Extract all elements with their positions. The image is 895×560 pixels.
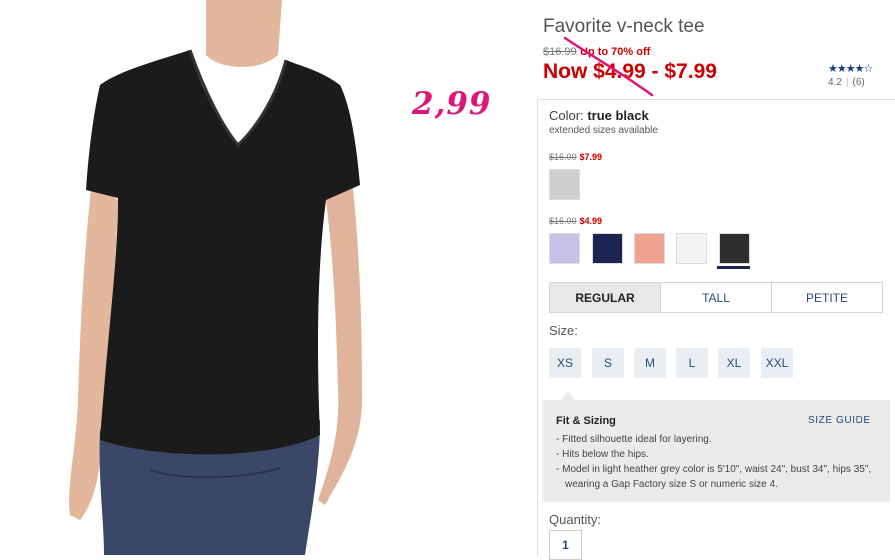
swatch-price-group: $16.00 $7.99 <box>549 152 602 162</box>
fit-sizing-title: Fit & Sizing <box>556 415 616 427</box>
swatch-lavender[interactable] <box>549 233 580 264</box>
size-button-xxl[interactable]: XXL <box>761 348 793 378</box>
rating-stars: ★★★★☆ <box>828 63 873 75</box>
quantity-label: Quantity: <box>549 512 602 527</box>
swatch-old-price: $16.00 <box>549 216 577 226</box>
fit-tabs: REGULAR TALL PETITE <box>549 282 883 313</box>
product-rating[interactable]: ★★★★☆ 4.2 | (6) <box>828 62 888 88</box>
size-label: Size: <box>549 323 578 338</box>
product-title: Favorite v-neck tee <box>543 16 705 37</box>
color-label: Color: true black <box>549 108 649 123</box>
fit-bullet: Fitted silhouette ideal for layering. <box>556 432 876 447</box>
tab-tall[interactable]: TALL <box>660 283 771 312</box>
fit-panel-pointer <box>560 392 576 400</box>
size-button-l[interactable]: L <box>676 348 708 378</box>
swatch-coral[interactable] <box>634 233 665 264</box>
fit-sizing-list: Fitted silhouette ideal for layering. Hi… <box>556 432 876 492</box>
extended-sizes-note: extended sizes available <box>549 125 658 136</box>
rating-summary: 4.2 | (6) <box>828 77 888 88</box>
handwritten-price-note: 2,99 <box>412 86 492 122</box>
swatch-sale-price: $7.99 <box>579 152 603 162</box>
rating-score: 4.2 <box>828 77 842 88</box>
size-button-xs[interactable]: XS <box>549 348 581 378</box>
review-count[interactable]: (6) <box>853 77 865 88</box>
selected-color-name: true black <box>587 108 649 123</box>
swatch-navy[interactable] <box>592 233 623 264</box>
size-button-xl[interactable]: XL <box>718 348 750 378</box>
quantity-input[interactable]: 1 <box>549 530 582 560</box>
product-image <box>69 0 363 555</box>
selected-swatch-indicator <box>717 266 750 269</box>
tab-regular[interactable]: REGULAR <box>550 283 660 312</box>
size-button-s[interactable]: S <box>592 348 624 378</box>
fit-bullet: Model in light heather grey color is 5'1… <box>556 462 876 492</box>
swatch-light-heather-grey[interactable] <box>549 169 580 200</box>
rating-separator: | <box>845 77 849 88</box>
swatch-price-group: $16.00 $4.99 <box>549 216 602 226</box>
swatch-sale-price: $4.99 <box>579 216 603 226</box>
size-button-m[interactable]: M <box>634 348 666 378</box>
tab-petite[interactable]: PETITE <box>771 283 882 312</box>
fit-bullet: Hits below the hips. <box>556 447 876 462</box>
original-price: $16.99 <box>543 46 577 58</box>
size-guide-link[interactable]: SIZE GUIDE <box>808 415 871 426</box>
swatch-true-black[interactable] <box>719 233 750 264</box>
sale-price-range: Now $4.99 - $7.99 <box>543 60 717 83</box>
swatch-old-price: $16.00 <box>549 152 577 162</box>
color-label-text: Color: <box>549 108 584 123</box>
swatch-white[interactable] <box>676 233 707 264</box>
discount-text: Up to 70% off <box>580 46 651 58</box>
